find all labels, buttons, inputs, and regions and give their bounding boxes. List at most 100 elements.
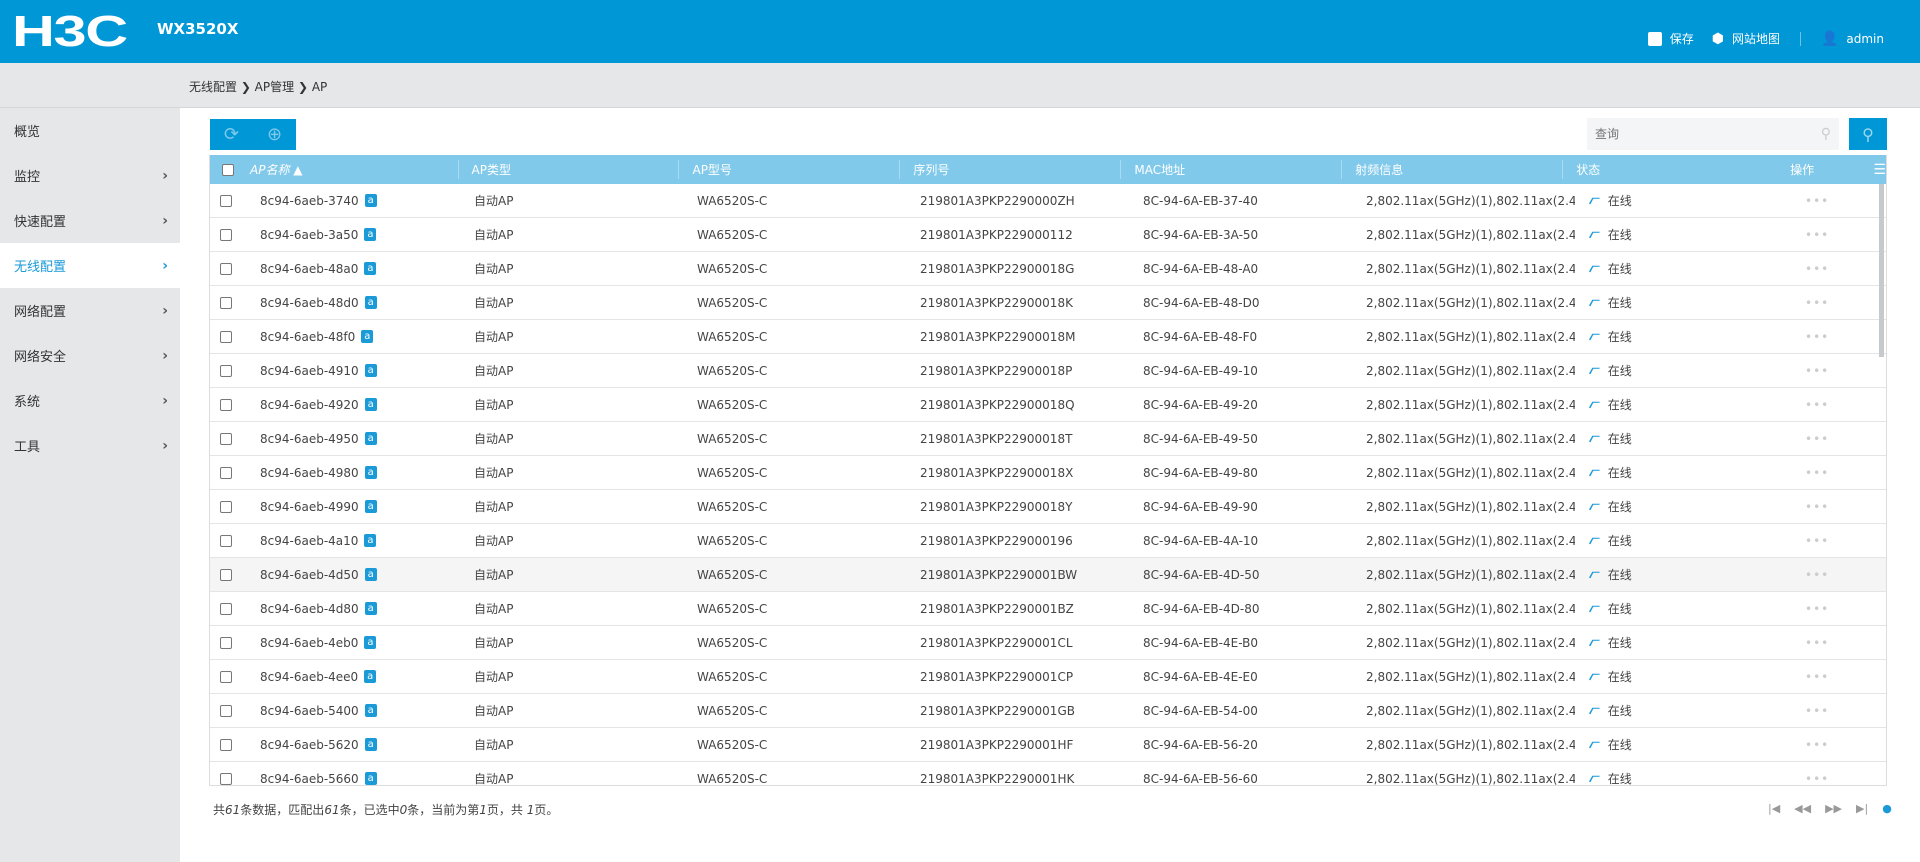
table-row[interactable]: 8c94-6aeb-4920 a 自动AP WA6520S-C 219801A3P… — [210, 388, 1886, 422]
more-actions-icon[interactable]: ••• — [1805, 670, 1829, 684]
row-checkbox[interactable] — [220, 534, 232, 547]
more-actions-icon[interactable]: ••• — [1805, 568, 1829, 582]
ap-name[interactable]: 8c94-6aeb-5400 — [260, 704, 359, 718]
ap-name[interactable]: 8c94-6aeb-4910 — [260, 364, 359, 378]
sidebar-item[interactable]: 监控 › — [0, 153, 180, 198]
user-menu[interactable]: admin — [1846, 32, 1884, 46]
scrollbar[interactable] — [1879, 184, 1884, 357]
col-ap-model[interactable]: AP型号 — [678, 155, 899, 184]
ap-name[interactable]: 8c94-6aeb-4950 — [260, 432, 359, 446]
select-all-checkbox[interactable] — [222, 163, 234, 176]
ap-name[interactable]: 8c94-6aeb-4a10 — [260, 534, 358, 548]
row-checkbox[interactable] — [220, 330, 232, 343]
more-actions-icon[interactable]: ••• — [1805, 534, 1829, 548]
table-row[interactable]: 8c94-6aeb-4910 a 自动AP WA6520S-C 219801A3P… — [210, 354, 1886, 388]
ap-name[interactable]: 8c94-6aeb-4980 — [260, 466, 359, 480]
sidebar-item[interactable]: 工具 › — [0, 423, 180, 468]
ap-name[interactable]: 8c94-6aeb-3740 — [260, 194, 359, 208]
more-actions-icon[interactable]: ••• — [1805, 398, 1829, 412]
ap-name[interactable]: 8c94-6aeb-4920 — [260, 398, 359, 412]
last-page-icon[interactable]: ▶| — [1856, 802, 1868, 815]
refresh-icon[interactable]: ⟳ — [224, 124, 239, 145]
table-row[interactable]: 8c94-6aeb-4ee0 a 自动AP WA6520S-C 219801A3P… — [210, 660, 1886, 694]
sidebar-item[interactable]: 无线配置 › — [0, 243, 180, 288]
table-row[interactable]: 8c94-6aeb-4950 a 自动AP WA6520S-C 219801A3P… — [210, 422, 1886, 456]
more-actions-icon[interactable]: ••• — [1805, 636, 1829, 650]
table-row[interactable]: 8c94-6aeb-5620 a 自动AP WA6520S-C 219801A3P… — [210, 728, 1886, 762]
row-checkbox[interactable] — [220, 500, 232, 513]
first-page-icon[interactable]: |◀ — [1768, 802, 1780, 815]
ap-name[interactable]: 8c94-6aeb-48d0 — [260, 296, 359, 310]
table-row[interactable]: 8c94-6aeb-4980 a 自动AP WA6520S-C 219801A3P… — [210, 456, 1886, 490]
ap-name[interactable]: 8c94-6aeb-3a50 — [260, 228, 358, 242]
sidebar-item[interactable]: 系统 › — [0, 378, 180, 423]
more-actions-icon[interactable]: ••• — [1805, 772, 1829, 786]
advanced-search-button[interactable]: ⚲ — [1849, 118, 1887, 150]
more-actions-icon[interactable]: ••• — [1805, 500, 1829, 514]
more-actions-icon[interactable]: ••• — [1805, 194, 1829, 208]
col-status[interactable]: 状态 — [1562, 155, 1790, 184]
row-checkbox[interactable] — [220, 228, 232, 241]
sitemap-button[interactable]: 网站地图 — [1732, 30, 1780, 47]
cube-icon[interactable]: ⬢ — [1712, 31, 1724, 47]
ap-name[interactable]: 8c94-6aeb-5620 — [260, 738, 359, 752]
table-row[interactable]: 8c94-6aeb-4990 a 自动AP WA6520S-C 219801A3P… — [210, 490, 1886, 524]
row-checkbox[interactable] — [220, 466, 232, 479]
col-ap-type[interactable]: AP类型 — [457, 155, 679, 184]
more-actions-icon[interactable]: ••• — [1805, 228, 1829, 242]
col-ap-name[interactable]: AP名称 ▲ — [250, 161, 303, 178]
col-serial[interactable]: 序列号 — [899, 155, 1120, 184]
row-checkbox[interactable] — [220, 670, 232, 683]
table-row[interactable]: 8c94-6aeb-3740 a 自动AP WA6520S-C 219801A3P… — [210, 184, 1886, 218]
column-settings-icon[interactable]: ☰ — [1859, 155, 1886, 184]
row-checkbox[interactable] — [220, 636, 232, 649]
ap-name[interactable]: 8c94-6aeb-48f0 — [260, 330, 355, 344]
save-button[interactable]: 保存 — [1670, 30, 1694, 47]
row-checkbox[interactable] — [220, 262, 232, 275]
row-checkbox[interactable] — [220, 738, 232, 751]
ap-name[interactable]: 8c94-6aeb-4eb0 — [260, 636, 358, 650]
more-actions-icon[interactable]: ••• — [1805, 330, 1829, 344]
save-icon[interactable] — [1647, 31, 1662, 46]
row-checkbox[interactable] — [220, 602, 232, 615]
ap-name[interactable]: 8c94-6aeb-4990 — [260, 500, 359, 514]
table-row[interactable]: 8c94-6aeb-48f0 a 自动AP WA6520S-C 219801A3P… — [210, 320, 1886, 354]
more-actions-icon[interactable]: ••• — [1805, 466, 1829, 480]
locate-icon[interactable]: ● — [1882, 802, 1892, 815]
sidebar-item[interactable]: 快速配置 › — [0, 198, 180, 243]
user-icon[interactable]: 👤 — [1821, 31, 1838, 47]
prev-page-icon[interactable]: ◀◀ — [1794, 802, 1811, 815]
next-page-icon[interactable]: ▶▶ — [1825, 802, 1842, 815]
more-actions-icon[interactable]: ••• — [1805, 602, 1829, 616]
more-actions-icon[interactable]: ••• — [1805, 296, 1829, 310]
row-checkbox[interactable] — [220, 296, 232, 309]
more-actions-icon[interactable]: ••• — [1805, 738, 1829, 752]
row-checkbox[interactable] — [220, 398, 232, 411]
ap-name[interactable]: 8c94-6aeb-48a0 — [260, 262, 358, 276]
more-actions-icon[interactable]: ••• — [1805, 364, 1829, 378]
row-checkbox[interactable] — [220, 194, 232, 207]
row-checkbox[interactable] — [220, 704, 232, 717]
col-mac[interactable]: MAC地址 — [1120, 155, 1341, 184]
sidebar-item[interactable]: 概览 — [0, 108, 180, 153]
more-actions-icon[interactable]: ••• — [1805, 432, 1829, 446]
row-checkbox[interactable] — [220, 568, 232, 581]
row-checkbox[interactable] — [220, 432, 232, 445]
table-row[interactable]: 8c94-6aeb-5660 a 自动AP WA6520S-C 219801A3P… — [210, 762, 1886, 786]
table-row[interactable]: 8c94-6aeb-4eb0 a 自动AP WA6520S-C 219801A3P… — [210, 626, 1886, 660]
ap-name[interactable]: 8c94-6aeb-4ee0 — [260, 670, 358, 684]
table-row[interactable]: 8c94-6aeb-48a0 a 自动AP WA6520S-C 219801A3P… — [210, 252, 1886, 286]
row-checkbox[interactable] — [220, 772, 232, 785]
sidebar-item[interactable]: 网络安全 › — [0, 333, 180, 378]
col-radio[interactable]: 射频信息 — [1341, 155, 1562, 184]
table-row[interactable]: 8c94-6aeb-4d80 a 自动AP WA6520S-C 219801A3P… — [210, 592, 1886, 626]
table-row[interactable]: 8c94-6aeb-4d50 a 自动AP WA6520S-C 219801A3P… — [210, 558, 1886, 592]
more-actions-icon[interactable]: ••• — [1805, 262, 1829, 276]
ap-name[interactable]: 8c94-6aeb-5660 — [260, 772, 359, 786]
ap-name[interactable]: 8c94-6aeb-4d80 — [260, 602, 359, 616]
add-icon[interactable]: ⊕ — [267, 124, 282, 145]
search-input[interactable] — [1595, 127, 1795, 141]
more-actions-icon[interactable]: ••• — [1805, 704, 1829, 718]
ap-name[interactable]: 8c94-6aeb-4d50 — [260, 568, 359, 582]
row-checkbox[interactable] — [220, 364, 232, 377]
